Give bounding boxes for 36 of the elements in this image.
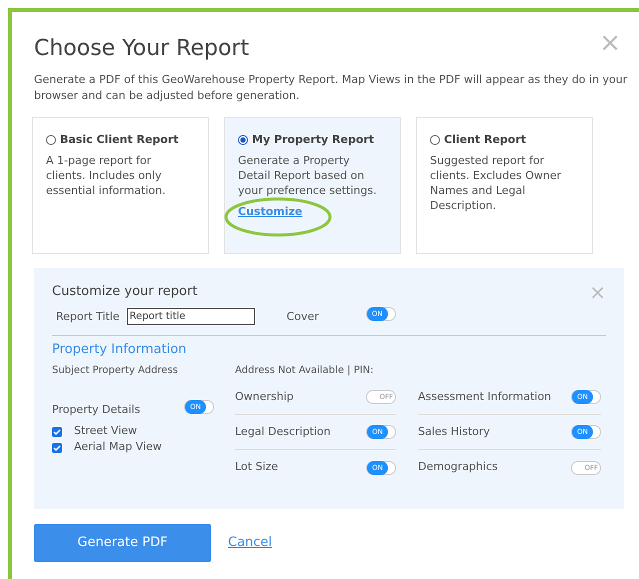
option-description: A 1-page report for clients. Includes only essential information. (46, 152, 167, 198)
toggle-label: Assessment Information (418, 388, 552, 405)
toggle-label: Ownership (235, 388, 294, 405)
checkbox[interactable] (52, 426, 62, 436)
toggle-label: Legal Description (235, 424, 331, 440)
report-option-card[interactable]: Client Report Suggested report for clients. Excludes Owner Names and Legal Description. (416, 117, 593, 254)
radio-button[interactable] (238, 135, 248, 146)
dialog-description: Generate a PDF of this GeoWarehouse Property Report. Map Views in the PDF will appear as they do in your browser and can be adjusted before generation. (34, 72, 628, 104)
radio-button[interactable] (430, 135, 440, 146)
close-button[interactable]: × (589, 282, 606, 302)
report-option-card[interactable]: My Property Report Generate a Property Detail Report based on your preference settings. Customize (224, 117, 401, 254)
toggle-label: Cover (286, 308, 319, 324)
section-title: Property Information (52, 340, 188, 358)
report-title-field[interactable]: Report title (126, 308, 255, 326)
dialog-title: Choose Your Report (34, 35, 250, 63)
address-value: Address Not Available | PIN: (235, 364, 375, 378)
option-title: Basic Client Report (60, 132, 179, 148)
radio-button[interactable] (46, 135, 56, 146)
option-description: Suggested report for clients. Excludes Owner Names and Legal Description. (430, 152, 562, 212)
toggle-label: Lot Size (235, 459, 278, 476)
panel-title: Customize your report (52, 283, 198, 302)
toggle-label: Property Details (52, 402, 142, 418)
field-label: Report Title (56, 308, 120, 324)
checkbox-label: Street View (74, 423, 138, 440)
close-button[interactable]: × (599, 30, 621, 56)
toggle-label: Sales History (418, 424, 490, 440)
checkbox-label: Aerial Map View (74, 439, 162, 456)
generate-pdf-button[interactable]: Generate PDF (34, 524, 211, 562)
cancel-link[interactable]: Cancel (228, 533, 272, 553)
report-option-card[interactable]: Basic Client Report A 1-page report for clients. Includes only essential information. (32, 117, 209, 254)
toggle-label: Demographics (418, 459, 498, 476)
address-label: Subject Property Address (52, 364, 179, 378)
option-title: Client Report (444, 132, 526, 148)
option-description: Generate a Property Detail Report based on your preference settings. (238, 152, 378, 198)
option-title: My Property Report (252, 132, 374, 148)
checkbox[interactable] (52, 442, 62, 452)
